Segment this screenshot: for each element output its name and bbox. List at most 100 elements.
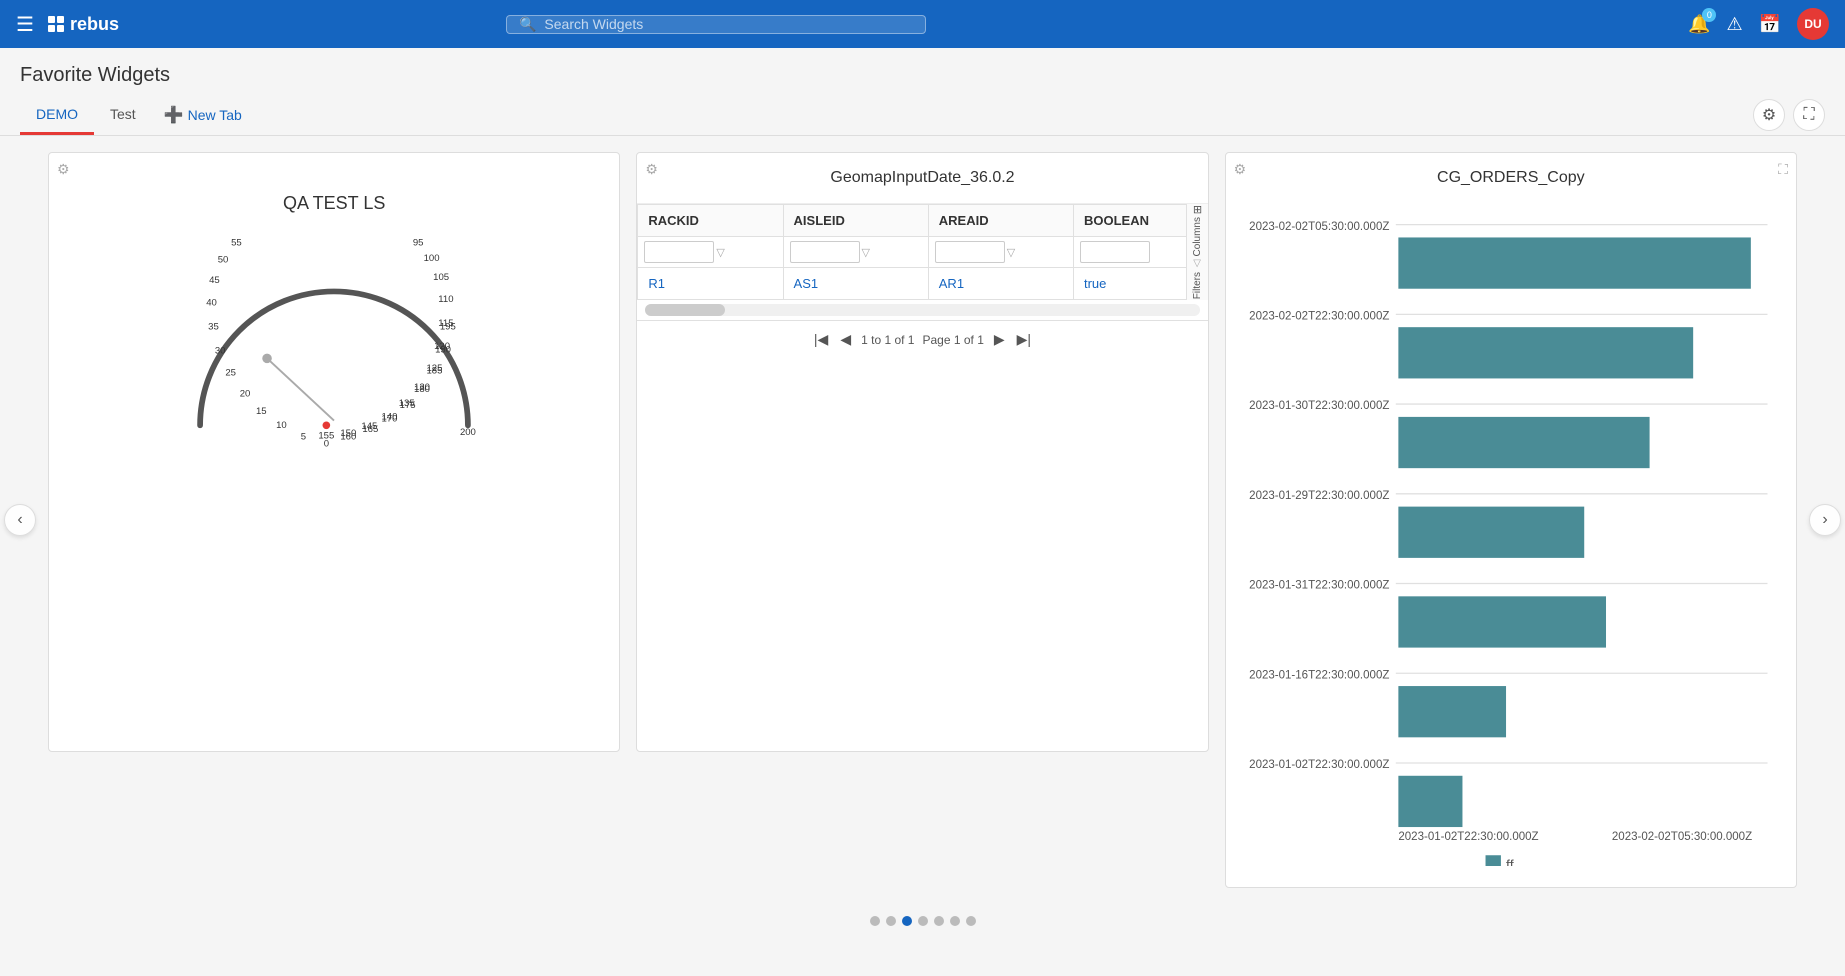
dot-1[interactable] [870,916,880,926]
bar-4[interactable] [1398,507,1584,558]
filter-separator: ▽ [1193,258,1201,269]
dot-6[interactable] [950,916,960,926]
last-page-btn[interactable]: ▶| [1015,329,1033,350]
svg-text:ff: ff [1506,856,1514,865]
svg-text:30: 30 [215,346,226,357]
svg-text:195: 195 [440,322,456,333]
svg-text:25: 25 [226,368,237,379]
svg-text:2023-01-31T22:30:00.000Z: 2023-01-31T22:30:00.000Z [1249,580,1389,592]
page-title: Favorite Widgets [0,48,1845,95]
svg-text:2023-02-02T05:30:00.000Z: 2023-02-02T05:30:00.000Z [1249,221,1389,233]
search-input[interactable] [544,16,913,32]
filter-rackid[interactable] [644,241,714,263]
new-tab-label: New Tab [188,107,242,123]
scrollbar-thumb[interactable] [645,304,725,316]
svg-text:50: 50 [218,255,229,266]
filter-boolean[interactable] [1080,241,1150,263]
svg-text:2023-01-02T22:30:00.000Z: 2023-01-02T22:30:00.000Z [1398,831,1538,843]
pagination-page: Page 1 of 1 [922,333,983,347]
calendar-icon[interactable]: 📅 [1759,14,1781,35]
filter-rackid-icon[interactable]: ▽ [716,246,724,259]
gauge-title: QA TEST LS [283,193,385,214]
filter-areaid-icon[interactable]: ▽ [1007,246,1015,259]
menu-icon[interactable]: ☰ [16,12,34,37]
svg-text:155: 155 [319,431,335,442]
dot-5[interactable] [934,916,944,926]
svg-text:170: 170 [382,413,398,424]
svg-text:105: 105 [433,272,449,283]
filter-aisleid-icon[interactable]: ▽ [862,246,870,259]
chart-content: CG_ORDERS_Copy 2023-02-02T05:30:00.000Z … [1226,153,1796,887]
svg-text:35: 35 [208,322,219,333]
widgets-container: ‹ ⚙ QA TEST LS 0 5 10 15 20 25 30 35 [0,136,1845,904]
table-widget: ⚙ GeomapInputDate_36.0.2 RACKID AISLEID … [636,152,1208,752]
svg-text:110: 110 [438,294,453,305]
bar-7[interactable] [1398,776,1462,827]
chart-settings-icon[interactable]: ⚙ [1234,161,1247,178]
prev-arrow[interactable]: ‹ [4,504,36,536]
bar-2[interactable] [1398,327,1693,378]
prev-page-btn[interactable]: ◀ [838,329,853,350]
bar-1[interactable] [1398,237,1750,288]
search-bar[interactable]: 🔍 [506,15,926,34]
tab-test[interactable]: Test [94,96,152,135]
svg-text:90: 90 [395,234,406,237]
tabs-right: ⚙ ⛶ [1753,99,1825,131]
columns-label[interactable]: Columns [1192,217,1203,256]
cell-aisleid: AS1 [783,268,928,300]
svg-text:95: 95 [413,237,424,248]
search-icon: 🔍 [519,16,536,33]
dot-2[interactable] [886,916,896,926]
columns-panel-icon[interactable]: ⊞ [1191,205,1204,214]
svg-text:2023-01-02T22:30:00.000Z: 2023-01-02T22:30:00.000Z [1249,759,1389,771]
svg-text:185: 185 [427,366,443,377]
dot-7[interactable] [966,916,976,926]
expand-button[interactable]: ⛶ [1793,99,1825,131]
svg-text:10: 10 [276,420,287,431]
logo-text: rebus [70,14,119,35]
svg-text:45: 45 [209,275,220,286]
dot-4[interactable] [918,916,928,926]
logo-icon [46,14,66,34]
new-tab-button[interactable]: ➕ New Tab [152,95,254,135]
next-arrow[interactable]: › [1809,504,1841,536]
filter-areaid[interactable] [935,241,1005,263]
svg-text:165: 165 [363,424,379,435]
svg-text:55: 55 [231,237,242,248]
bar-5[interactable] [1398,596,1606,647]
filter-aisleid[interactable] [790,241,860,263]
filter-row: ▽ ▽ [638,237,1207,268]
avatar[interactable]: DU [1797,8,1829,40]
horizontal-scrollbar[interactable] [645,304,1199,316]
table-row: R1 AS1 AR1 true [638,268,1207,300]
bar-3[interactable] [1398,417,1649,468]
first-page-btn[interactable]: |◀ [812,329,830,350]
tab-demo[interactable]: DEMO [20,96,94,135]
filters-label[interactable]: Filters [1192,272,1203,299]
svg-text:2023-02-02T05:30:00.000Z: 2023-02-02T05:30:00.000Z [1612,831,1752,843]
gauge-content: QA TEST LS 0 5 10 15 20 25 30 35 40 45 5… [49,153,619,474]
alert-icon[interactable]: ⚠ [1726,14,1742,35]
svg-text:2023-01-29T22:30:00.000Z: 2023-01-29T22:30:00.000Z [1249,490,1389,502]
svg-text:180: 180 [414,384,430,395]
col-aisleid: AISLEID [783,205,928,237]
pagination-range: 1 to 1 of 1 [861,333,914,347]
chart-expand-icon[interactable]: ⛶ [1778,161,1788,178]
svg-text:40: 40 [206,298,217,309]
svg-text:160: 160 [341,432,357,443]
svg-text:20: 20 [240,389,251,400]
tabs-left: DEMO Test ➕ New Tab [20,95,254,135]
bar-6[interactable] [1398,686,1506,737]
tabs-bar: DEMO Test ➕ New Tab ⚙ ⛶ [0,95,1845,136]
dots-bar [0,904,1845,930]
svg-text:5: 5 [301,432,306,443]
cell-areaid: AR1 [928,268,1073,300]
notification-icon[interactable]: 🔔 0 [1688,14,1710,35]
col-rackid: RACKID [638,205,783,237]
table-widget-title: GeomapInputDate_36.0.2 [637,153,1207,204]
settings-button[interactable]: ⚙ [1753,99,1785,131]
next-page-btn[interactable]: ▶ [992,329,1007,350]
col-areaid: AREAID [928,205,1073,237]
gauge-settings-icon[interactable]: ⚙ [57,161,70,178]
dot-3[interactable] [902,916,912,926]
